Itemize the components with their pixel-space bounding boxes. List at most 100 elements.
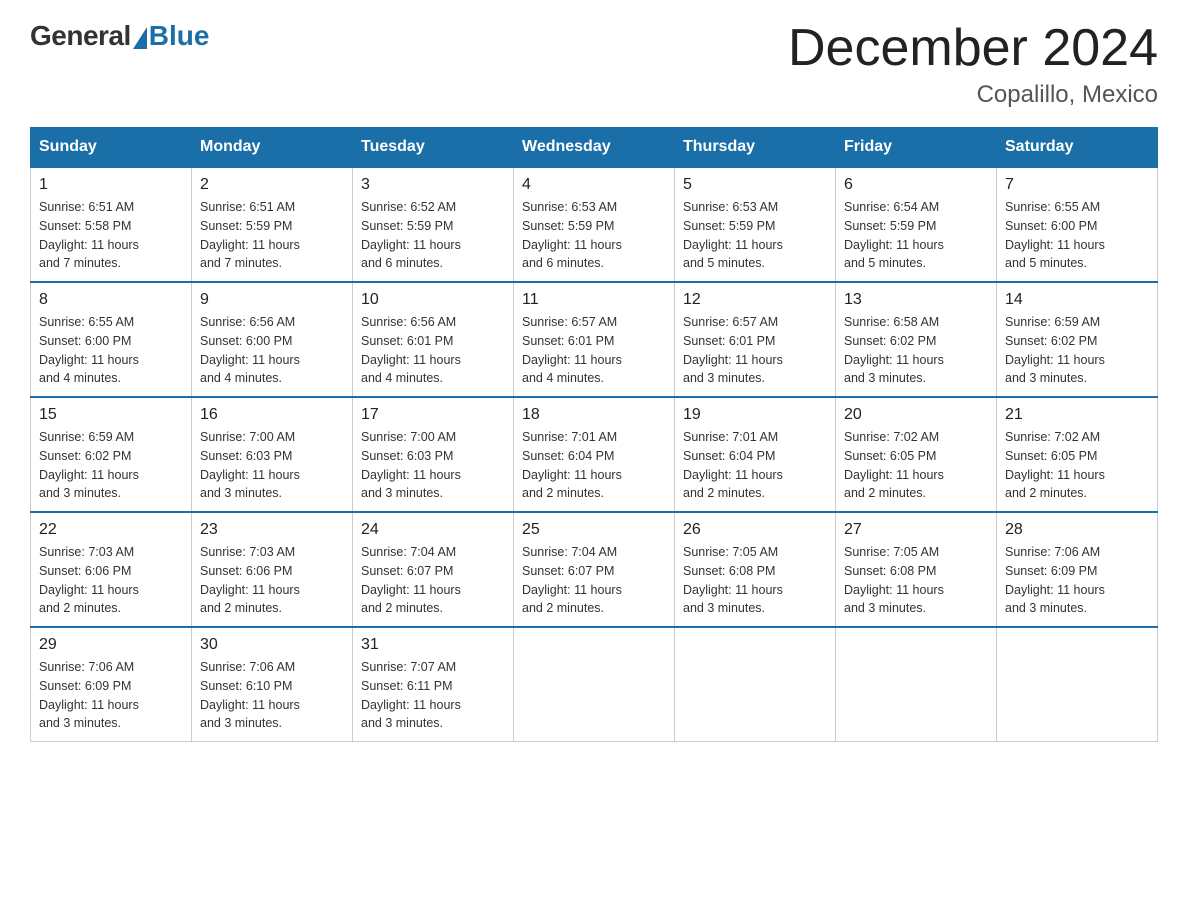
cell-week4-day1: 23 Sunrise: 7:03 AMSunset: 6:06 PMDayligh…	[192, 512, 353, 627]
day-info-2: Sunrise: 6:51 AMSunset: 5:59 PMDaylight:…	[200, 198, 344, 273]
day-number-21: 21	[1005, 406, 1149, 424]
day-number-11: 11	[522, 291, 666, 309]
cell-week3-day5: 20Sunrise: 7:02 AMSunset: 6:05 PMDayligh…	[836, 397, 997, 512]
day-info-10: Sunrise: 6:56 AMSunset: 6:01 PMDaylight:…	[361, 313, 505, 388]
week-row-3: 15 Sunrise: 6:59 AMSunset: 6:02 PMDayligh…	[31, 397, 1158, 512]
cell-week1-day2: 3Sunrise: 6:52 AMSunset: 5:59 PMDaylight…	[353, 167, 514, 282]
day-info-21: Sunrise: 7:02 AMSunset: 6:05 PMDaylight:…	[1005, 428, 1149, 503]
cell-week3-day2: 17 Sunrise: 7:00 AMSunset: 6:03 PMDayligh…	[353, 397, 514, 512]
cell-week3-day0: 15 Sunrise: 6:59 AMSunset: 6:02 PMDayligh…	[31, 397, 192, 512]
logo-general-text: General	[30, 20, 131, 52]
cell-week1-day1: 2 Sunrise: 6:51 AMSunset: 5:59 PMDaylight…	[192, 167, 353, 282]
day-number-22: 22	[39, 521, 183, 539]
cell-week3-day4: 19 Sunrise: 7:01 AMSunset: 6:04 PMDayligh…	[675, 397, 836, 512]
day-info-30: Sunrise: 7:06 AMSunset: 6:10 PMDaylight:…	[200, 658, 344, 733]
day-number-29: 29	[39, 636, 183, 654]
cell-week3-day6: 21 Sunrise: 7:02 AMSunset: 6:05 PMDayligh…	[997, 397, 1158, 512]
logo-blue-text: Blue	[149, 20, 210, 52]
day-number-4: 4	[522, 176, 666, 194]
day-info-27: Sunrise: 7:05 AMSunset: 6:08 PMDaylight:…	[844, 543, 988, 618]
day-info-11: Sunrise: 6:57 AMSunset: 6:01 PMDaylight:…	[522, 313, 666, 388]
day-info-31: Sunrise: 7:07 AMSunset: 6:11 PMDaylight:…	[361, 658, 505, 733]
cell-week5-day2: 31Sunrise: 7:07 AMSunset: 6:11 PMDayligh…	[353, 627, 514, 742]
day-info-16: Sunrise: 7:00 AMSunset: 6:03 PMDaylight:…	[200, 428, 344, 503]
cell-week2-day4: 12Sunrise: 6:57 AMSunset: 6:01 PMDayligh…	[675, 282, 836, 397]
day-info-19: Sunrise: 7:01 AMSunset: 6:04 PMDaylight:…	[683, 428, 827, 503]
day-number-5: 5	[683, 176, 827, 194]
day-info-23: Sunrise: 7:03 AMSunset: 6:06 PMDaylight:…	[200, 543, 344, 618]
day-info-6: Sunrise: 6:54 AMSunset: 5:59 PMDaylight:…	[844, 198, 988, 273]
cell-week3-day3: 18Sunrise: 7:01 AMSunset: 6:04 PMDayligh…	[514, 397, 675, 512]
cell-week5-day3	[514, 627, 675, 742]
cell-week4-day4: 26 Sunrise: 7:05 AMSunset: 6:08 PMDayligh…	[675, 512, 836, 627]
calendar-table: SundayMondayTuesdayWednesdayThursdayFrid…	[30, 127, 1158, 742]
day-info-24: Sunrise: 7:04 AMSunset: 6:07 PMDaylight:…	[361, 543, 505, 618]
logo-triangle-icon	[133, 27, 147, 49]
day-info-7: Sunrise: 6:55 AMSunset: 6:00 PMDaylight:…	[1005, 198, 1149, 273]
day-info-14: Sunrise: 6:59 AMSunset: 6:02 PMDaylight:…	[1005, 313, 1149, 388]
day-info-4: Sunrise: 6:53 AMSunset: 5:59 PMDaylight:…	[522, 198, 666, 273]
day-number-15: 15	[39, 406, 183, 424]
cell-week4-day6: 28Sunrise: 7:06 AMSunset: 6:09 PMDayligh…	[997, 512, 1158, 627]
day-number-30: 30	[200, 636, 344, 654]
header-tuesday: Tuesday	[353, 128, 514, 168]
header-wednesday: Wednesday	[514, 128, 675, 168]
day-number-7: 7	[1005, 176, 1149, 194]
day-info-1: Sunrise: 6:51 AMSunset: 5:58 PMDaylight:…	[39, 198, 183, 273]
calendar-header: SundayMondayTuesdayWednesdayThursdayFrid…	[31, 128, 1158, 168]
cell-week2-day3: 11 Sunrise: 6:57 AMSunset: 6:01 PMDayligh…	[514, 282, 675, 397]
day-number-16: 16	[200, 406, 344, 424]
cell-week2-day5: 13Sunrise: 6:58 AMSunset: 6:02 PMDayligh…	[836, 282, 997, 397]
header-monday: Monday	[192, 128, 353, 168]
header-thursday: Thursday	[675, 128, 836, 168]
day-number-27: 27	[844, 521, 988, 539]
week-row-2: 8 Sunrise: 6:55 AMSunset: 6:00 PMDaylight…	[31, 282, 1158, 397]
header-saturday: Saturday	[997, 128, 1158, 168]
cell-week3-day1: 16 Sunrise: 7:00 AMSunset: 6:03 PMDayligh…	[192, 397, 353, 512]
logo: General Blue	[30, 20, 209, 52]
cell-week5-day1: 30 Sunrise: 7:06 AMSunset: 6:10 PMDayligh…	[192, 627, 353, 742]
day-info-22: Sunrise: 7:03 AMSunset: 6:06 PMDaylight:…	[39, 543, 183, 618]
day-info-12: Sunrise: 6:57 AMSunset: 6:01 PMDaylight:…	[683, 313, 827, 388]
day-info-26: Sunrise: 7:05 AMSunset: 6:08 PMDaylight:…	[683, 543, 827, 618]
cell-week1-day3: 4 Sunrise: 6:53 AMSunset: 5:59 PMDaylight…	[514, 167, 675, 282]
calendar-subtitle: Copalillo, Mexico	[788, 81, 1158, 109]
day-number-17: 17	[361, 406, 505, 424]
day-number-1: 1	[39, 176, 183, 194]
day-number-2: 2	[200, 176, 344, 194]
cell-week1-day0: 1 Sunrise: 6:51 AMSunset: 5:58 PMDaylight…	[31, 167, 192, 282]
cell-week4-day3: 25 Sunrise: 7:04 AMSunset: 6:07 PMDayligh…	[514, 512, 675, 627]
day-info-25: Sunrise: 7:04 AMSunset: 6:07 PMDaylight:…	[522, 543, 666, 618]
day-info-9: Sunrise: 6:56 AMSunset: 6:00 PMDaylight:…	[200, 313, 344, 388]
day-info-5: Sunrise: 6:53 AMSunset: 5:59 PMDaylight:…	[683, 198, 827, 273]
day-info-8: Sunrise: 6:55 AMSunset: 6:00 PMDaylight:…	[39, 313, 183, 388]
day-info-17: Sunrise: 7:00 AMSunset: 6:03 PMDaylight:…	[361, 428, 505, 503]
cell-week1-day5: 6Sunrise: 6:54 AMSunset: 5:59 PMDaylight…	[836, 167, 997, 282]
header-sunday: Sunday	[31, 128, 192, 168]
cell-week2-day1: 9 Sunrise: 6:56 AMSunset: 6:00 PMDaylight…	[192, 282, 353, 397]
week-row-1: 1 Sunrise: 6:51 AMSunset: 5:58 PMDaylight…	[31, 167, 1158, 282]
day-info-29: Sunrise: 7:06 AMSunset: 6:09 PMDaylight:…	[39, 658, 183, 733]
day-number-10: 10	[361, 291, 505, 309]
cell-week2-day6: 14Sunrise: 6:59 AMSunset: 6:02 PMDayligh…	[997, 282, 1158, 397]
day-info-20: Sunrise: 7:02 AMSunset: 6:05 PMDaylight:…	[844, 428, 988, 503]
header-friday: Friday	[836, 128, 997, 168]
cell-week5-day4	[675, 627, 836, 742]
cell-week5-day6	[997, 627, 1158, 742]
cell-week1-day6: 7 Sunrise: 6:55 AMSunset: 6:00 PMDaylight…	[997, 167, 1158, 282]
day-info-3: Sunrise: 6:52 AMSunset: 5:59 PMDaylight:…	[361, 198, 505, 273]
day-number-26: 26	[683, 521, 827, 539]
day-number-25: 25	[522, 521, 666, 539]
day-number-13: 13	[844, 291, 988, 309]
day-number-23: 23	[200, 521, 344, 539]
calendar-body: 1 Sunrise: 6:51 AMSunset: 5:58 PMDaylight…	[31, 167, 1158, 742]
cell-week1-day4: 5 Sunrise: 6:53 AMSunset: 5:59 PMDaylight…	[675, 167, 836, 282]
cell-week4-day0: 22 Sunrise: 7:03 AMSunset: 6:06 PMDayligh…	[31, 512, 192, 627]
week-row-4: 22 Sunrise: 7:03 AMSunset: 6:06 PMDayligh…	[31, 512, 1158, 627]
day-number-8: 8	[39, 291, 183, 309]
day-number-19: 19	[683, 406, 827, 424]
title-block: December 2024 Copalillo, Mexico	[788, 20, 1158, 109]
day-number-18: 18	[522, 406, 666, 424]
day-info-15: Sunrise: 6:59 AMSunset: 6:02 PMDaylight:…	[39, 428, 183, 503]
day-number-9: 9	[200, 291, 344, 309]
